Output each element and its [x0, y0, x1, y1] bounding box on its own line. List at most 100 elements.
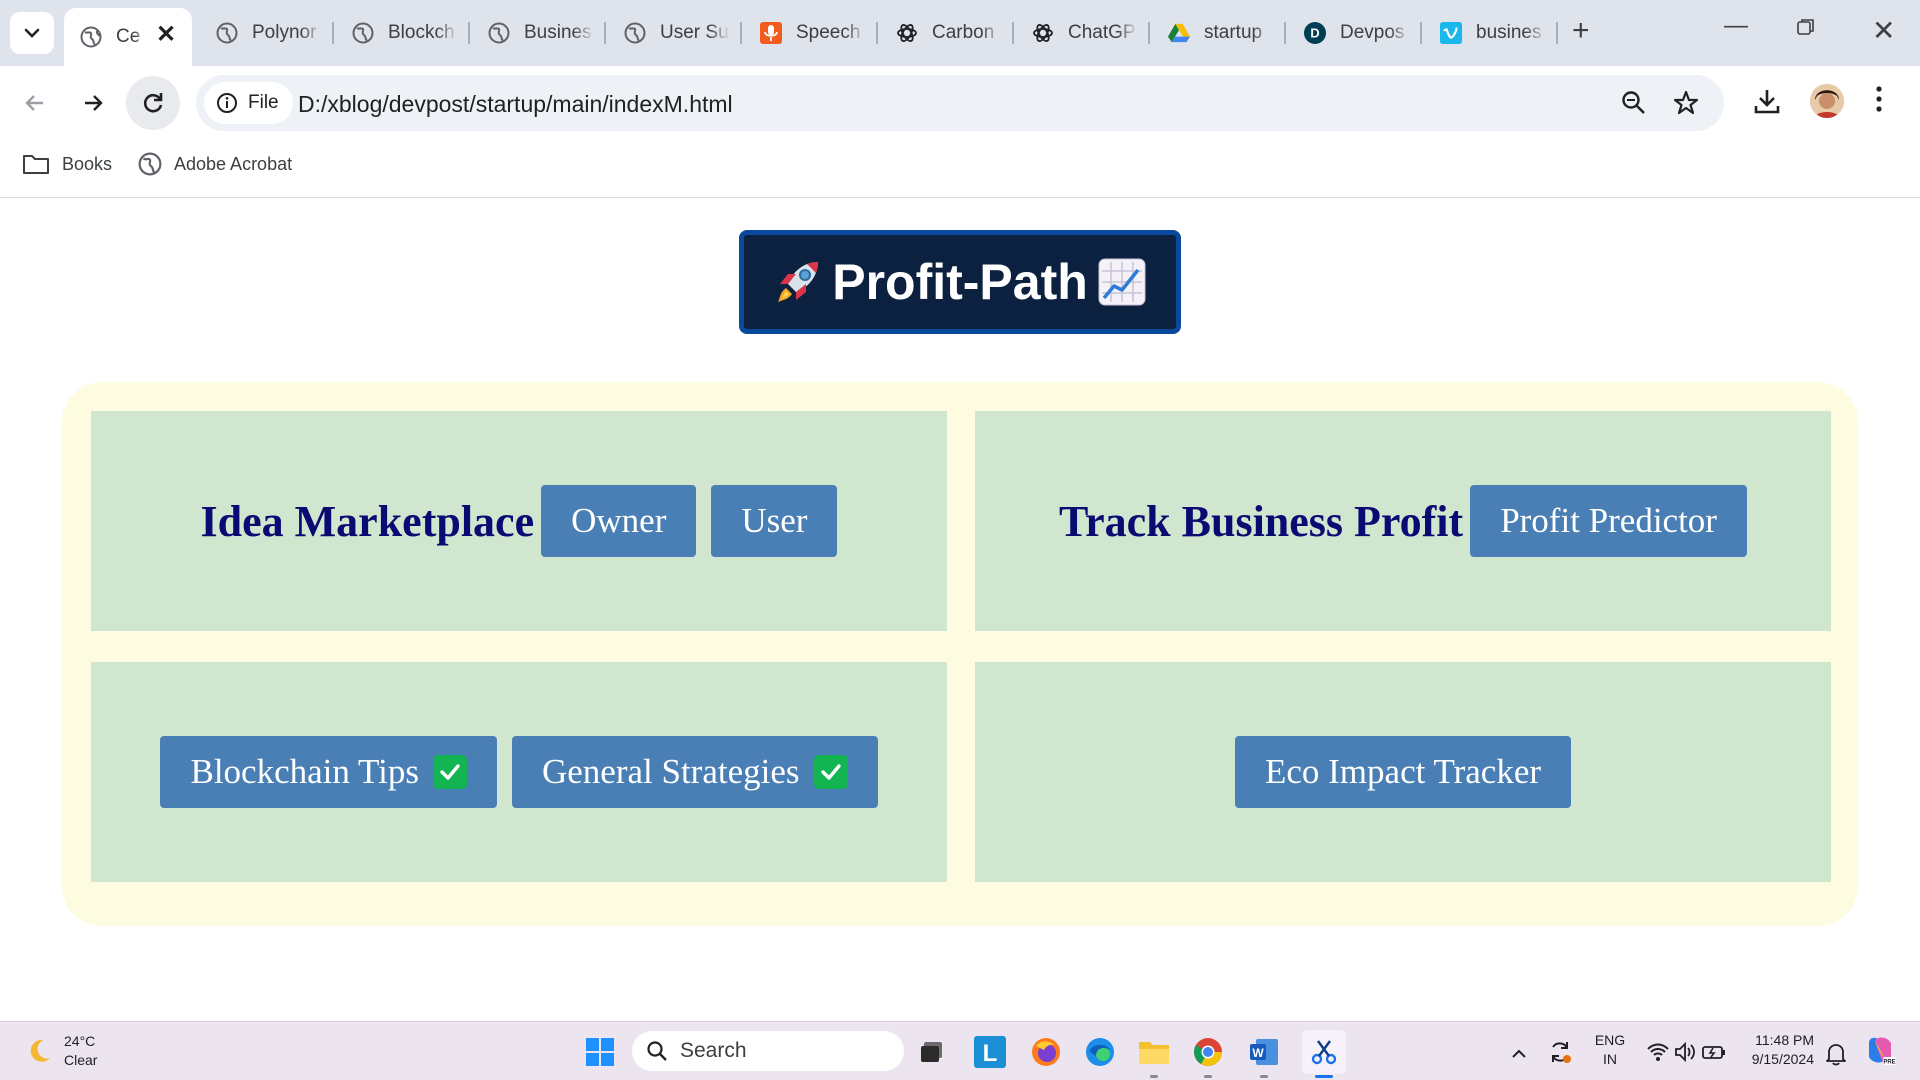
tab-strip: Ce ✕ Polynor Blockch Busines User Su Spe… — [0, 0, 1920, 66]
windows-start-button[interactable] — [582, 1034, 618, 1070]
tab-carbon[interactable]: Carbon — [896, 12, 1006, 54]
taskbar-app-file-explorer[interactable] — [1136, 1034, 1172, 1078]
show-hidden-icons-chevron-up-icon[interactable] — [1504, 1036, 1534, 1072]
address-bar[interactable]: File D:/xblog/devpost/startup/main/index… — [196, 75, 1724, 131]
globe-icon — [624, 22, 646, 44]
general-strategies-button[interactable]: General Strategies — [511, 736, 878, 808]
minimize-button[interactable]: — — [1724, 12, 1748, 40]
windows-logo-icon — [586, 1038, 614, 1066]
close-tab-icon[interactable]: ✕ — [156, 20, 176, 49]
user-button[interactable]: User — [711, 485, 838, 557]
tab-title: Carbon — [932, 22, 995, 43]
clock-time: 11:48 PM — [1755, 1032, 1814, 1048]
taskbar-app-l[interactable]: L — [972, 1034, 1008, 1070]
close-window-button[interactable]: ✕ — [1872, 14, 1895, 47]
language-indicator[interactable]: ENG IN — [1594, 1031, 1626, 1069]
tab-business-vimeo[interactable]: busines — [1440, 12, 1550, 54]
svg-text:PRE: PRE — [1883, 1060, 1895, 1066]
brand-title: Profit-Path — [832, 254, 1088, 310]
tab-separator — [740, 22, 742, 44]
tab-devpost[interactable]: D Devpos — [1304, 12, 1414, 54]
bookmark-adobe-acrobat[interactable]: Adobe Acrobat — [138, 152, 292, 176]
arrow-left-icon — [25, 95, 43, 111]
tab-title: User Su — [660, 22, 729, 43]
tab-title: busines — [1476, 22, 1542, 43]
sync-icon[interactable] — [1542, 1034, 1578, 1070]
chrome-icon — [1194, 1038, 1222, 1066]
owner-button[interactable]: Owner — [541, 485, 697, 557]
running-indicator — [1150, 1075, 1158, 1078]
profile-avatar[interactable] — [1810, 84, 1844, 118]
tab-title: ChatGP — [1068, 22, 1136, 43]
browser-toolbar: File D:/xblog/devpost/startup/main/index… — [0, 66, 1920, 140]
svg-text:L: L — [983, 1040, 998, 1067]
folder-icon — [1139, 1042, 1169, 1064]
globe-icon — [488, 22, 510, 44]
firefox-icon — [1032, 1038, 1060, 1066]
forward-button[interactable] — [72, 82, 114, 124]
reload-icon — [143, 93, 163, 113]
taskbar-app-snipping-tool[interactable] — [1302, 1030, 1346, 1078]
weather-widget[interactable]: 24°C Clear — [24, 1032, 97, 1070]
rocket-icon — [774, 258, 822, 306]
url-text[interactable]: D:/xblog/devpost/startup/main/indexM.htm… — [298, 91, 733, 118]
tab-business[interactable]: Busines — [488, 12, 598, 54]
restore-button[interactable] — [1796, 16, 1816, 44]
tab-startup-drive[interactable]: startup — [1168, 12, 1278, 54]
tab-chatgpt[interactable]: ChatGP — [1032, 12, 1142, 54]
edge-icon — [1086, 1038, 1114, 1066]
reload-button[interactable] — [126, 76, 180, 130]
info-icon — [217, 93, 237, 113]
l-app-icon: L — [974, 1036, 1006, 1068]
clock-date: 9/15/2024 — [1751, 1051, 1814, 1067]
svg-text:W: W — [1252, 1046, 1264, 1060]
globe-icon — [216, 22, 238, 44]
blockchain-tips-button[interactable]: Blockchain Tips — [160, 736, 497, 808]
chatgpt-icon — [1032, 22, 1054, 44]
check-mark-icon — [813, 755, 848, 789]
tab-speech[interactable]: Speech — [760, 12, 870, 54]
clock[interactable]: 11:48 PM 9/15/2024 — [1738, 1031, 1814, 1069]
tab-separator — [604, 22, 606, 44]
new-tab-button[interactable]: + — [1572, 14, 1590, 48]
feature-panel: Idea Marketplace Owner User Track Busine… — [62, 382, 1858, 926]
globe-icon — [138, 152, 162, 176]
tips-cell: Blockchain Tips General Strategies — [91, 662, 947, 882]
taskbar-app-chrome[interactable] — [1190, 1034, 1226, 1078]
eco-impact-tracker-button[interactable]: Eco Impact Tracker — [1234, 736, 1572, 808]
tab-title: Ce — [116, 26, 141, 47]
tab-separator — [1420, 22, 1422, 44]
chatgpt-icon — [896, 22, 918, 44]
tab-separator — [1148, 22, 1150, 44]
arrow-right-icon — [85, 95, 103, 111]
copilot-icon[interactable]: PRE — [1862, 1032, 1898, 1068]
profit-predictor-button[interactable]: Profit Predictor — [1470, 485, 1747, 557]
more-menu-icon[interactable] — [1874, 84, 1884, 119]
task-view-button[interactable] — [914, 1034, 950, 1070]
tab-blockchain[interactable]: Blockch — [352, 12, 462, 54]
bookmarks-bar: Books Adobe Acrobat — [0, 140, 1920, 198]
site-info-chip[interactable]: File — [204, 82, 293, 124]
zoom-icon[interactable] — [1620, 89, 1648, 122]
running-indicator — [1260, 1075, 1268, 1078]
tab-separator — [876, 22, 878, 44]
restore-icon — [1797, 19, 1814, 35]
taskbar-app-firefox[interactable] — [1028, 1034, 1064, 1070]
snipping-tool-icon — [1311, 1040, 1337, 1065]
tab-search-button[interactable] — [10, 12, 54, 54]
tab-separator — [332, 22, 334, 44]
battery-icon[interactable] — [1696, 1034, 1732, 1070]
back-button[interactable] — [14, 82, 56, 124]
tab-polynor[interactable]: Polynor — [216, 12, 326, 54]
taskbar-app-edge[interactable] — [1082, 1034, 1118, 1070]
taskbar-search[interactable]: Search — [632, 1031, 904, 1071]
taskbar-app-word[interactable]: W — [1246, 1034, 1282, 1078]
tab-user-survey[interactable]: User Su — [624, 12, 734, 54]
bookmark-books[interactable]: Books — [22, 152, 112, 176]
notification-bell-icon[interactable] — [1818, 1036, 1854, 1072]
windows-taskbar: 24°C Clear Search L W ENG IN 11:48 PM 9/… — [0, 1021, 1920, 1080]
download-icon[interactable] — [1752, 86, 1782, 121]
word-icon: W — [1250, 1039, 1278, 1065]
bookmark-star-icon[interactable] — [1672, 89, 1700, 122]
tab-title: Polynor — [252, 22, 317, 43]
